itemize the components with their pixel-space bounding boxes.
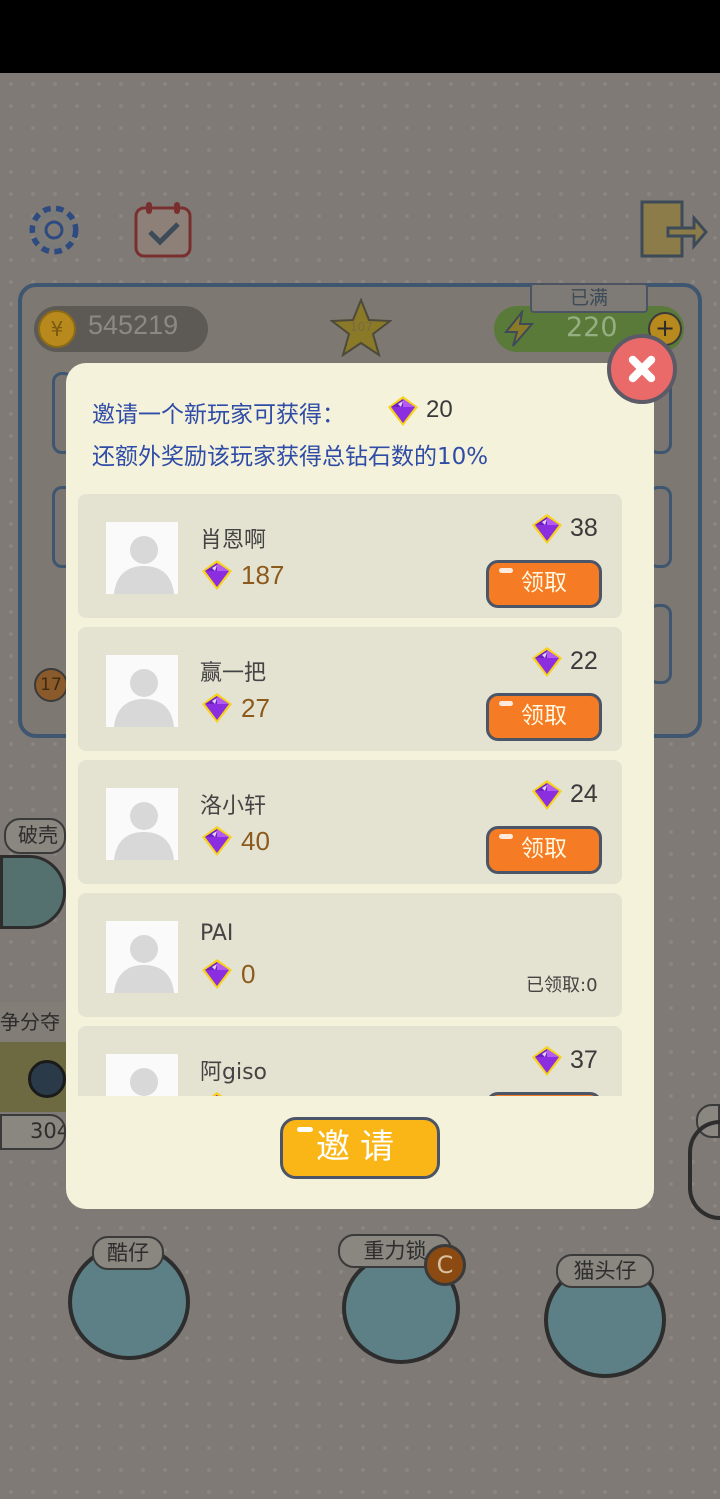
claim-button[interactable]: 领取 — [486, 560, 602, 608]
lightning-icon — [503, 310, 535, 347]
diamond-icon — [530, 778, 564, 812]
diamond-icon — [200, 691, 234, 725]
claim-button[interactable]: 领取 — [486, 1092, 602, 1096]
exit-door-icon[interactable] — [638, 198, 708, 260]
level-number: 107 — [350, 320, 373, 334]
clock-icon — [28, 1060, 66, 1098]
character-label: 猫头仔 — [556, 1254, 654, 1288]
avatar — [106, 1054, 178, 1096]
diamond-icon — [530, 512, 564, 546]
avatar — [106, 788, 178, 860]
player-row: 赢一把 27 22 领取 — [78, 627, 622, 751]
claim-button[interactable]: 领取 — [486, 826, 602, 874]
right-event-icon[interactable] — [688, 1120, 720, 1220]
player-row: 阿giso 37 领取 — [78, 1026, 622, 1096]
claimed-status: 已领取:0 — [526, 975, 598, 996]
event-label: 破壳 — [4, 818, 66, 854]
reward-diamond-count: 22 — [570, 647, 598, 675]
left-number-badge: 17 — [34, 668, 68, 702]
player-name: 赢一把 — [200, 661, 267, 686]
player-row: PAI 0 已领取:0 — [78, 893, 622, 1017]
diamond-icon — [200, 957, 234, 991]
invite-reward-value: 20 — [426, 396, 453, 423]
avatar — [106, 522, 178, 594]
player-row: 洛小轩 40 24 领取 — [78, 760, 622, 884]
character-label: 酷仔 — [92, 1236, 164, 1270]
diamond-icon — [530, 1044, 564, 1078]
race-event-label: 争分夺 — [0, 1002, 66, 1042]
energy-value: 220 — [566, 312, 618, 343]
player-row: 肖恩啊 187 38 领取 — [78, 494, 622, 618]
player-diamond-count: 0 — [241, 959, 256, 989]
diamond-icon — [200, 824, 234, 858]
diamond-icon — [200, 558, 234, 592]
race-event-counter: 304 — [0, 1114, 66, 1150]
energy-status-label: 已满 — [530, 283, 648, 313]
invite-reward-text: 邀请一个新玩家可获得： — [92, 402, 345, 428]
character-grade-badge: C — [424, 1244, 466, 1286]
claim-button[interactable]: 领取 — [486, 693, 602, 741]
avatar — [106, 655, 178, 727]
player-name: 洛小轩 — [200, 794, 267, 819]
avatar — [106, 921, 178, 993]
invite-button[interactable]: 邀请 — [280, 1117, 440, 1179]
coin-value: 545219 — [88, 310, 179, 340]
settings-gear-icon[interactable] — [24, 200, 84, 260]
player-diamond-count: 187 — [241, 560, 285, 590]
player-name: 肖恩啊 — [200, 528, 267, 553]
player-diamond-count: 40 — [241, 826, 270, 856]
player-name: PAI — [200, 921, 234, 946]
invite-reward-line: 邀请一个新玩家可获得： — [92, 395, 345, 429]
invite-bonus-text: 还额外奖励该玩家获得总钻石数的10% — [92, 444, 489, 470]
daily-checkin-icon[interactable] — [132, 200, 194, 260]
player-name: 阿giso — [200, 1060, 267, 1085]
reward-diamond-count: 24 — [570, 780, 598, 808]
diamond-icon — [200, 1090, 234, 1096]
diamond-icon — [386, 394, 420, 428]
coin-icon: ¥ — [38, 310, 76, 348]
diamond-icon — [530, 645, 564, 679]
status-bar — [0, 0, 720, 73]
player-diamond-count: 27 — [241, 693, 270, 723]
close-button[interactable] — [607, 334, 677, 404]
reward-diamond-count: 37 — [570, 1046, 598, 1074]
invited-players-list[interactable]: 肖恩啊 187 38 领取 赢一把 27 22 领取 洛小轩 40 24 领取 … — [78, 494, 643, 1096]
reward-diamond-count: 38 — [570, 514, 598, 542]
